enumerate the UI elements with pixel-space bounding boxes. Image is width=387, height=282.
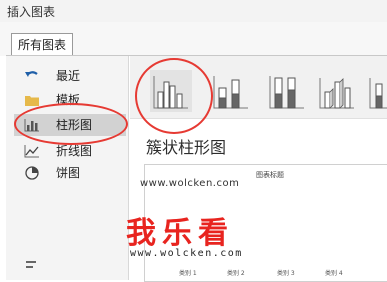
sidebar-item-pie[interactable]: 饼图 [14, 162, 126, 184]
preview-category-label: 类别 1 [179, 270, 197, 277]
undo-arrow-icon [25, 71, 38, 77]
pie-chart-icon [25, 166, 39, 180]
3d-clustered-column-icon [319, 78, 354, 109]
chart-subtype-title: 簇状柱形图 [146, 138, 227, 157]
chart-type-sidebar: 最近 模板 柱形图 折线图 饼图 [6, 56, 129, 280]
line-chart-icon [24, 145, 39, 158]
sidebar-item-recent[interactable]: 最近 [14, 65, 126, 87]
sidebar-item-partial[interactable] [14, 254, 126, 270]
folder-icon [25, 96, 39, 106]
sidebar-item-label: 最近 [56, 69, 81, 83]
highlight-circle-sidebar [14, 103, 128, 145]
watermark-url-top: www.wolcken.com [140, 178, 240, 189]
watermark-url-bottom: www.wolcken.com [130, 248, 243, 259]
preview-category-label: 类别 4 [325, 270, 343, 277]
stacked-column-icon [213, 76, 248, 109]
subtype-100-stacked-column[interactable] [266, 70, 308, 112]
100-stacked-column-icon [269, 76, 304, 109]
highlight-circle-subtype [135, 58, 213, 134]
sidebar-item-label: 饼图 [56, 166, 81, 180]
subtype-stacked-column[interactable] [210, 70, 252, 112]
preview-category-labels: 类别 1 类别 2 类别 3 类别 4 [165, 268, 385, 278]
watermark-brand: 我乐看 [126, 216, 234, 251]
tab-all-charts[interactable]: 所有图表 [11, 33, 74, 56]
subtype-3d-clustered-column[interactable] [316, 70, 358, 112]
bar-chart-icon [26, 261, 36, 268]
tab-strip: 所有图表 [0, 22, 387, 56]
subtype-3d-stacked-column[interactable] [366, 70, 387, 112]
dialog-titlebar: 插入图表 [0, 0, 387, 23]
dialog-title: 插入图表 [7, 5, 56, 19]
preview-category-label: 类别 3 [277, 270, 295, 277]
preview-category-label: 类别 2 [227, 270, 245, 277]
3d-stacked-column-icon [369, 78, 387, 109]
